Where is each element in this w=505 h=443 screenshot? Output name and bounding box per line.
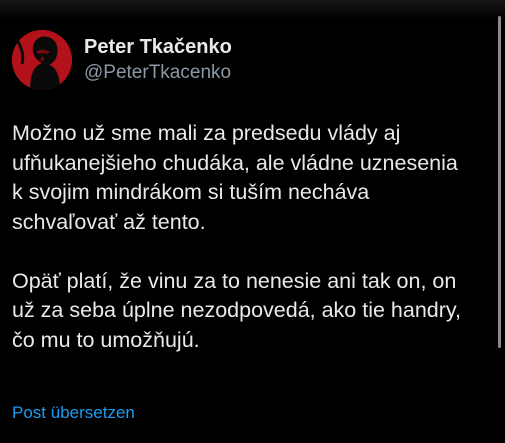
translate-post-link[interactable]: Post übersetzen bbox=[12, 403, 135, 423]
post-paragraph-1: Možno už sme mali za predsedu vlády aj u… bbox=[12, 121, 458, 234]
avatar[interactable] bbox=[12, 30, 72, 90]
post-text: Možno už sme mali za predsedu vlády aj u… bbox=[12, 119, 492, 355]
scrollbar[interactable] bbox=[498, 16, 501, 348]
author-display-name[interactable]: Peter Tkačenko bbox=[84, 35, 232, 59]
post-header: Peter Tkačenko @PeterTkacenko bbox=[12, 30, 232, 90]
top-edge bbox=[0, 0, 505, 20]
post-card: Peter Tkačenko @PeterTkacenko Možno už s… bbox=[0, 0, 505, 443]
author-handle[interactable]: @PeterTkacenko bbox=[84, 61, 232, 85]
author-names: Peter Tkačenko @PeterTkacenko bbox=[84, 35, 232, 85]
post-paragraph-2: Opäť platí, že vinu za to nenesie ani ta… bbox=[12, 268, 462, 352]
profile-avatar-icon bbox=[12, 30, 72, 90]
